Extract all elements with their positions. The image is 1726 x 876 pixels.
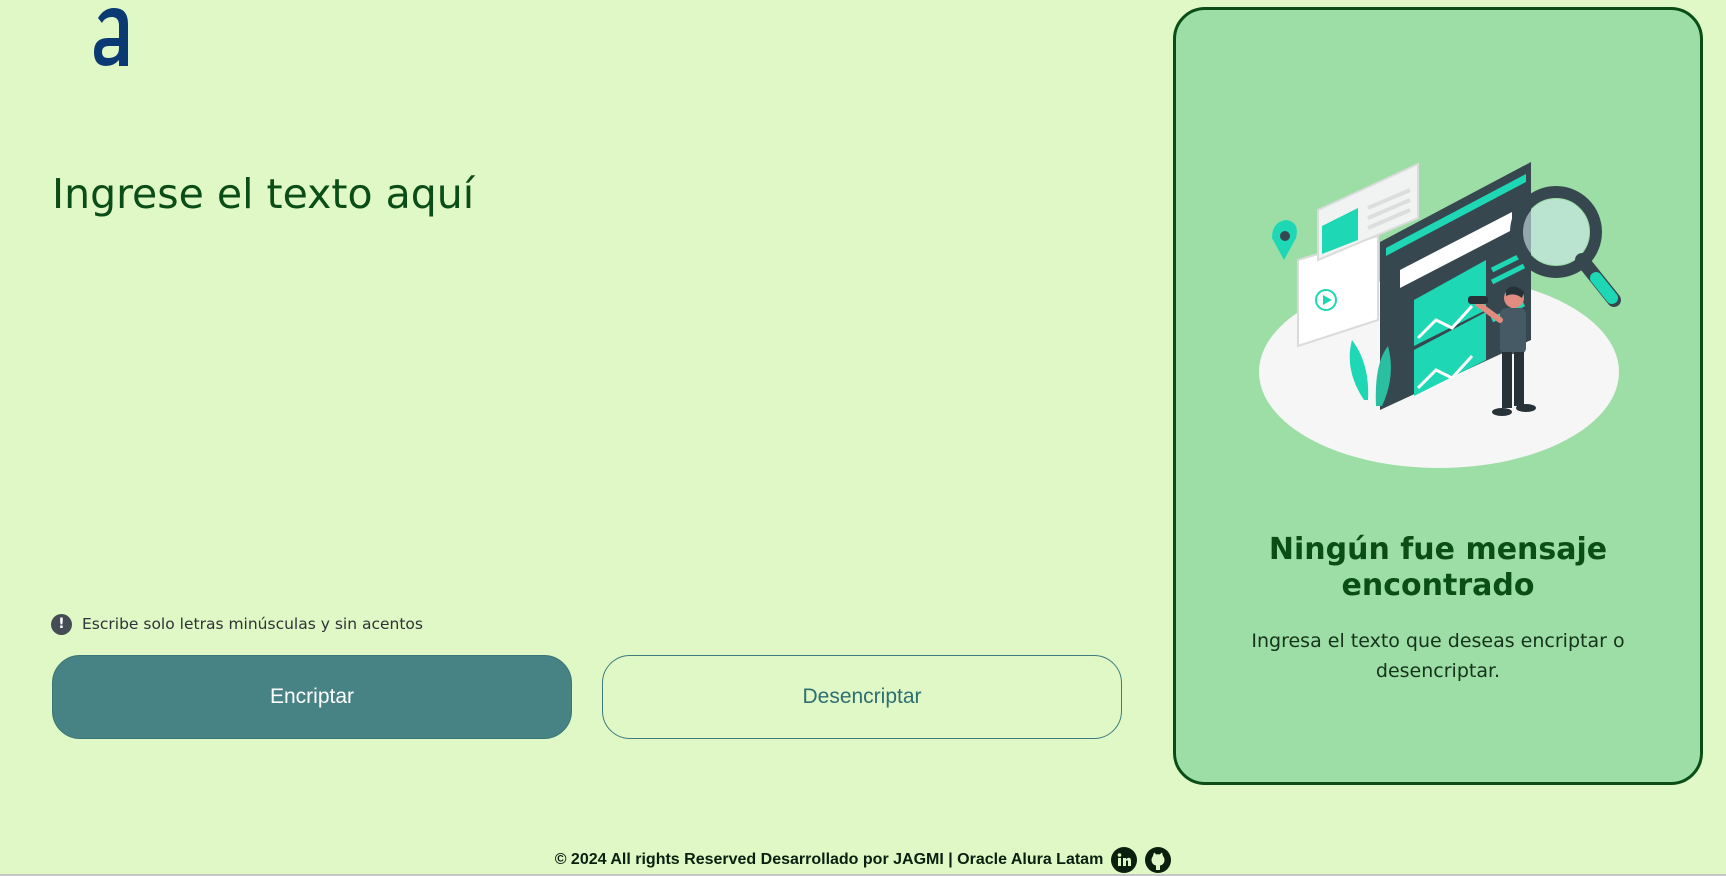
message-input[interactable] [52, 170, 1112, 590]
decrypt-button[interactable]: Desencriptar [602, 655, 1122, 739]
exclamation-circle-icon: ! [51, 613, 72, 635]
output-panel: Ningún fue mensaje encontrado Ingresa el… [1173, 7, 1703, 785]
linkedin-icon[interactable] [1111, 847, 1138, 873]
empty-state-title: Ningún fue mensaje encontrado [1268, 532, 1608, 603]
github-icon[interactable] [1145, 847, 1172, 873]
hint-text: Escribe solo letras minúsculas y sin ace… [82, 615, 423, 633]
empty-state-text: Ingresa el texto que deseas encriptar o … [1251, 630, 1625, 682]
page: ! Escribe solo letras minúsculas y sin a… [0, 0, 1726, 876]
search-illustration [1259, 162, 1621, 468]
footer-text: © 2024 All rights Reserved Desarrollado … [554, 851, 1104, 868]
alura-logo [94, 8, 128, 66]
footer: © 2024 All rights Reserved Desarrollado … [0, 846, 1726, 876]
encrypt-button[interactable]: Encriptar [52, 655, 572, 739]
input-hint: ! Escribe solo letras minúsculas y sin a… [51, 613, 423, 635]
